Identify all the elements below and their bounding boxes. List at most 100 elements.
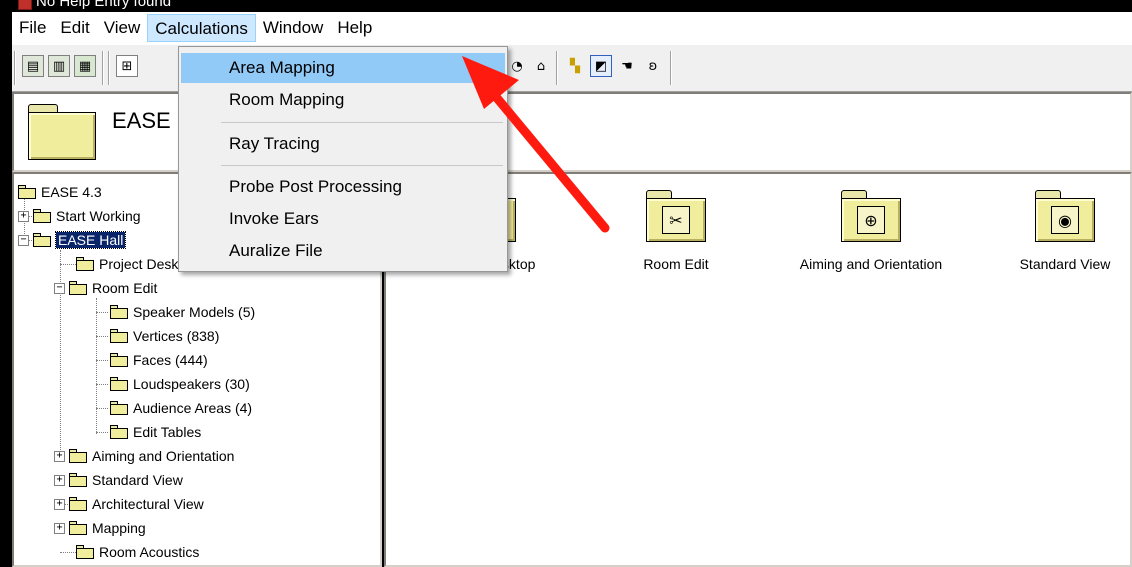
- tree-item-ease-root[interactable]: EASE 4.3: [18, 180, 102, 204]
- tree-item-label: Vertices (838): [133, 328, 220, 344]
- ear-icon[interactable]: ʚ: [642, 55, 664, 77]
- tree-item-label: Room Edit: [92, 280, 158, 296]
- folder-icon: [76, 545, 94, 559]
- tree-item-label: Architectural View: [92, 496, 204, 512]
- tree-item-aiming-orientation[interactable]: + Aiming and Orientation: [54, 444, 234, 468]
- calculations-dropdown: Area Mapping Room Mapping Ray Tracing Pr…: [178, 46, 508, 272]
- expand-icon[interactable]: +: [54, 498, 65, 510]
- tree-line: [60, 552, 76, 553]
- collapse-icon[interactable]: −: [18, 234, 29, 246]
- tree-line: [96, 408, 108, 409]
- menu-separator: [221, 122, 503, 123]
- menu-item-area-mapping[interactable]: Area Mapping: [181, 53, 505, 83]
- tree-item-ease-hall[interactable]: − EASE Hall: [18, 228, 127, 252]
- menu-help[interactable]: Help: [330, 14, 379, 42]
- tree-item-label: Mapping: [92, 520, 146, 536]
- tree-item-loudspeakers[interactable]: Loudspeakers (30): [110, 372, 250, 396]
- tree-item-speaker-models[interactable]: Speaker Models (5): [110, 300, 255, 324]
- folder-icon: [110, 401, 128, 415]
- folder-icon: [110, 305, 128, 319]
- content-item-label: Room Edit: [643, 256, 709, 272]
- tree-line: [96, 312, 108, 313]
- folder-icon: [76, 257, 94, 271]
- folder-icon: [33, 233, 51, 247]
- box-outline-icon[interactable]: ⌂: [530, 55, 552, 77]
- grid-view-icon[interactable]: ⊞: [116, 55, 138, 77]
- content-item-aiming-orientation[interactable]: ⊕ Aiming and Orientation: [776, 190, 966, 272]
- tools-icon: ✂: [662, 206, 690, 234]
- sphere-icon[interactable]: ◔: [506, 55, 528, 77]
- folder-icon: [69, 473, 87, 487]
- menu-calculations[interactable]: Calculations: [147, 14, 256, 42]
- folder-icon: [110, 377, 128, 391]
- expand-icon[interactable]: +: [54, 522, 65, 534]
- tree-item-faces[interactable]: Faces (444): [110, 348, 208, 372]
- expand-icon[interactable]: +: [54, 474, 65, 486]
- tree-item-label: Room Acoustics: [99, 544, 200, 560]
- tree-item-label: EASE 4.3: [41, 184, 102, 200]
- expand-icon[interactable]: +: [18, 210, 29, 222]
- menu-item-invoke-ears[interactable]: Invoke Ears: [181, 204, 505, 234]
- menu-window[interactable]: Window: [256, 14, 330, 42]
- menu-item-probe-post-processing[interactable]: Probe Post Processing: [181, 172, 505, 202]
- toolbar-separator: [108, 51, 110, 85]
- tree-item-vertices[interactable]: Vertices (838): [110, 324, 219, 348]
- menu-file[interactable]: File: [12, 14, 53, 42]
- menu-item-auralize-file[interactable]: Auralize File: [181, 236, 505, 266]
- toolbar-separator: [102, 51, 104, 85]
- folder-icon: [69, 449, 87, 463]
- tree-item-room-acoustics[interactable]: Room Acoustics: [76, 540, 199, 564]
- tree-item-label: Edit Tables: [133, 424, 202, 440]
- folder-icon: [18, 185, 36, 199]
- tree-item-label: Aiming and Orientation: [92, 448, 235, 464]
- eye-icon: ◉: [1051, 206, 1079, 234]
- tree-item-label: Audience Areas (4): [133, 400, 253, 416]
- folder-icon: [69, 521, 87, 535]
- window-title: No Help Entry found: [36, 0, 172, 10]
- tree-item-label: Faces (444): [133, 352, 208, 368]
- content-item-standard-view[interactable]: ◉ Standard View: [1000, 190, 1130, 272]
- menu-bar: File Edit View Calculations Window Help: [12, 12, 1132, 44]
- menu-item-room-mapping[interactable]: Room Mapping: [181, 85, 505, 115]
- toolbar-separator: [556, 51, 558, 85]
- audience-icon[interactable]: ▚: [564, 55, 586, 77]
- crosshair-icon: ⊕: [857, 206, 885, 234]
- folder-icon: [110, 353, 128, 367]
- expand-icon[interactable]: +: [54, 450, 65, 462]
- save-project-icon[interactable]: ▦: [74, 55, 96, 77]
- tree-item-label: Start Working: [56, 208, 141, 224]
- tree-item-room-edit[interactable]: − Room Edit: [54, 276, 157, 300]
- tree-item-label: Standard View: [92, 472, 183, 488]
- folder-icon: [69, 497, 87, 511]
- app-icon: [18, 0, 32, 10]
- tree-line: [60, 264, 76, 265]
- hand-pointer-icon[interactable]: ☚: [616, 55, 638, 77]
- folder-icon: [110, 425, 128, 439]
- tree-item-label: Speaker Models (5): [133, 304, 256, 320]
- folder-icon: [33, 209, 51, 223]
- tree-line: [96, 336, 108, 337]
- collapse-icon[interactable]: −: [54, 282, 65, 294]
- menu-item-ray-tracing[interactable]: Ray Tracing: [181, 129, 505, 159]
- tree-item-audience-areas[interactable]: Audience Areas (4): [110, 396, 252, 420]
- folder-icon: ◉: [1035, 190, 1095, 242]
- tree-item-standard-view[interactable]: + Standard View: [54, 468, 183, 492]
- menu-edit[interactable]: Edit: [53, 14, 96, 42]
- open-project-icon[interactable]: ▥: [48, 55, 70, 77]
- tree-item-mapping[interactable]: + Mapping: [54, 516, 146, 540]
- menu-view[interactable]: View: [97, 14, 148, 42]
- tree-item-label: Loudspeakers (30): [133, 376, 250, 392]
- tree-item-architectural-view[interactable]: + Architectural View: [54, 492, 204, 516]
- toolbar-separator: [670, 51, 672, 85]
- folder-icon: [110, 329, 128, 343]
- content-item-label: Standard View: [1019, 256, 1111, 272]
- toolbar-grip[interactable]: [14, 51, 16, 85]
- new-project-icon[interactable]: ▤: [22, 55, 44, 77]
- content-item-room-edit[interactable]: ✂ Room Edit: [606, 190, 746, 272]
- folder-icon: ⊕: [841, 190, 901, 242]
- tree-line: [96, 432, 108, 433]
- chart-icon[interactable]: ◩: [590, 55, 612, 77]
- tree-item-start-working[interactable]: + Start Working: [18, 204, 141, 228]
- tree-item-edit-tables[interactable]: Edit Tables: [110, 420, 201, 444]
- tree-item-label: EASE Hall: [54, 231, 127, 249]
